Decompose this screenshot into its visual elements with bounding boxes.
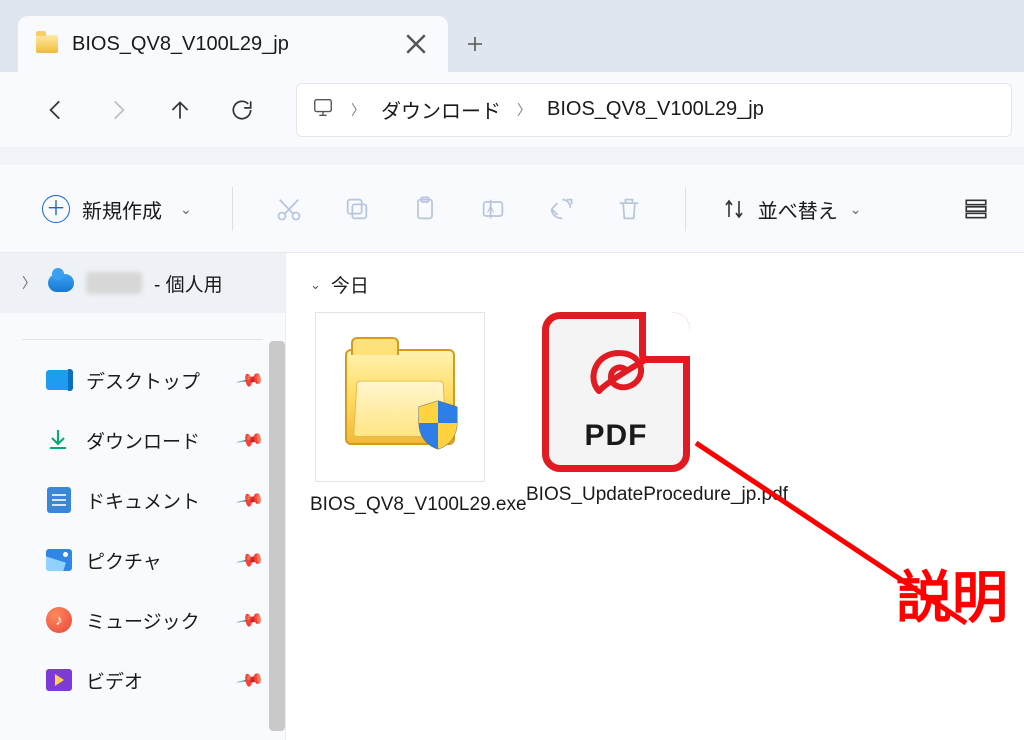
nav-item-videos[interactable]: ビデオ 📌 bbox=[0, 650, 285, 710]
nav-item-label: ダウンロード bbox=[86, 427, 200, 454]
pin-icon: 📌 bbox=[235, 605, 265, 635]
toolbar: ＋ 新規作成 ⌄ A 並べ替え ⌄ bbox=[0, 165, 1024, 253]
pin-icon: 📌 bbox=[235, 425, 265, 455]
breadcrumb-separator: 〉 bbox=[511, 100, 537, 120]
pdf-badge-label: PDF bbox=[549, 419, 683, 453]
refresh-button[interactable] bbox=[214, 82, 270, 138]
share-button[interactable] bbox=[531, 184, 591, 234]
nav-item-music[interactable]: ミュージック 📌 bbox=[0, 590, 285, 650]
installer-icon bbox=[345, 349, 455, 445]
nav-item-label: ミュージック bbox=[86, 607, 200, 634]
breadcrumb-bar[interactable]: 〉 ダウンロード 〉 BIOS_QV8_V100L29_jp bbox=[296, 83, 1012, 137]
new-tab-button[interactable] bbox=[448, 16, 502, 72]
forward-button[interactable] bbox=[90, 82, 146, 138]
annotation-label: 説明 bbox=[896, 553, 1008, 634]
tab-strip: BIOS_QV8_V100L29_jp bbox=[0, 0, 1024, 72]
divider bbox=[22, 339, 263, 340]
navigation-pane: 〉 - 個人用 デスクトップ 📌 ダウンロード 📌 ドキュメント 📌 ピクチャ bbox=[0, 253, 286, 740]
breadcrumb-separator: 〉 bbox=[345, 100, 371, 120]
group-header-today[interactable]: ⌄ 今日 bbox=[310, 271, 1000, 298]
file-item-exe[interactable]: BIOS_QV8_V100L29.exe bbox=[310, 312, 490, 519]
nav-item-label: ピクチャ bbox=[86, 547, 162, 574]
nav-item-label: デスクトップ bbox=[86, 367, 200, 394]
file-thumb bbox=[315, 312, 485, 482]
chevron-down-icon: ⌄ bbox=[850, 201, 862, 218]
nav-item-pictures[interactable]: ピクチャ 📌 bbox=[0, 530, 285, 590]
redacted-name bbox=[86, 272, 142, 294]
breadcrumb-item-1[interactable]: BIOS_QV8_V100L29_jp bbox=[547, 98, 764, 121]
pin-icon: 📌 bbox=[235, 485, 265, 515]
nav-item-label: ビデオ bbox=[86, 667, 143, 694]
rename-button[interactable]: A bbox=[463, 184, 523, 234]
new-button-label: 新規作成 bbox=[82, 195, 162, 224]
tab-title: BIOS_QV8_V100L29_jp bbox=[72, 33, 388, 56]
back-button[interactable] bbox=[28, 82, 84, 138]
chevron-down-icon: ⌄ bbox=[310, 277, 321, 293]
toolbar-separator bbox=[232, 187, 233, 231]
onedrive-root[interactable]: 〉 - 個人用 bbox=[0, 253, 285, 313]
file-name: BIOS_QV8_V100L29.exe bbox=[310, 492, 490, 519]
music-icon bbox=[46, 607, 72, 633]
new-button[interactable]: ＋ 新規作成 ⌄ bbox=[28, 187, 206, 232]
delete-button[interactable] bbox=[599, 184, 659, 234]
navigation-bar: 〉 ダウンロード 〉 BIOS_QV8_V100L29_jp bbox=[0, 72, 1024, 147]
pin-icon: 📌 bbox=[235, 365, 265, 395]
copy-button[interactable] bbox=[327, 184, 387, 234]
picture-icon bbox=[46, 547, 72, 573]
monitor-icon bbox=[311, 96, 335, 124]
onedrive-root-label: - 個人用 bbox=[154, 270, 223, 297]
content-area: ⌄ 今日 bbox=[286, 253, 1024, 740]
svg-text:A: A bbox=[487, 204, 494, 216]
chevron-down-icon: ⌄ bbox=[180, 201, 192, 218]
plus-circle-icon: ＋ bbox=[42, 195, 70, 223]
onedrive-icon bbox=[48, 274, 74, 292]
tab-close-button[interactable] bbox=[402, 30, 430, 58]
uac-shield-icon bbox=[415, 399, 461, 451]
file-item-pdf[interactable]: PDF BIOS_UpdateProcedure_jp.pdf bbox=[526, 312, 706, 519]
sort-button-label: 並べ替え bbox=[758, 195, 838, 224]
nav-item-desktop[interactable]: デスクトップ 📌 bbox=[0, 350, 285, 410]
pdf-icon: PDF bbox=[542, 312, 690, 472]
document-icon bbox=[46, 487, 72, 513]
tab-active[interactable]: BIOS_QV8_V100L29_jp bbox=[18, 16, 448, 72]
sort-button[interactable]: 並べ替え ⌄ bbox=[712, 187, 872, 232]
file-name: BIOS_UpdateProcedure_jp.pdf bbox=[526, 482, 706, 509]
video-icon bbox=[46, 667, 72, 693]
navpane-scrollbar[interactable] bbox=[269, 341, 285, 731]
desktop-icon bbox=[46, 367, 72, 393]
up-button[interactable] bbox=[152, 82, 208, 138]
chevron-right-icon: 〉 bbox=[22, 273, 36, 293]
nav-item-downloads[interactable]: ダウンロード 📌 bbox=[0, 410, 285, 470]
pin-icon: 📌 bbox=[235, 545, 265, 575]
folder-icon bbox=[36, 35, 58, 53]
nav-item-documents[interactable]: ドキュメント 📌 bbox=[0, 470, 285, 530]
paste-button[interactable] bbox=[395, 184, 455, 234]
group-label: 今日 bbox=[331, 271, 369, 298]
pin-icon: 📌 bbox=[235, 665, 265, 695]
nav-item-label: ドキュメント bbox=[86, 487, 200, 514]
view-button[interactable] bbox=[956, 184, 996, 234]
toolbar-separator bbox=[685, 187, 686, 231]
breadcrumb-item-0[interactable]: ダウンロード bbox=[381, 95, 501, 124]
download-icon bbox=[46, 427, 72, 453]
cut-button[interactable] bbox=[259, 184, 319, 234]
